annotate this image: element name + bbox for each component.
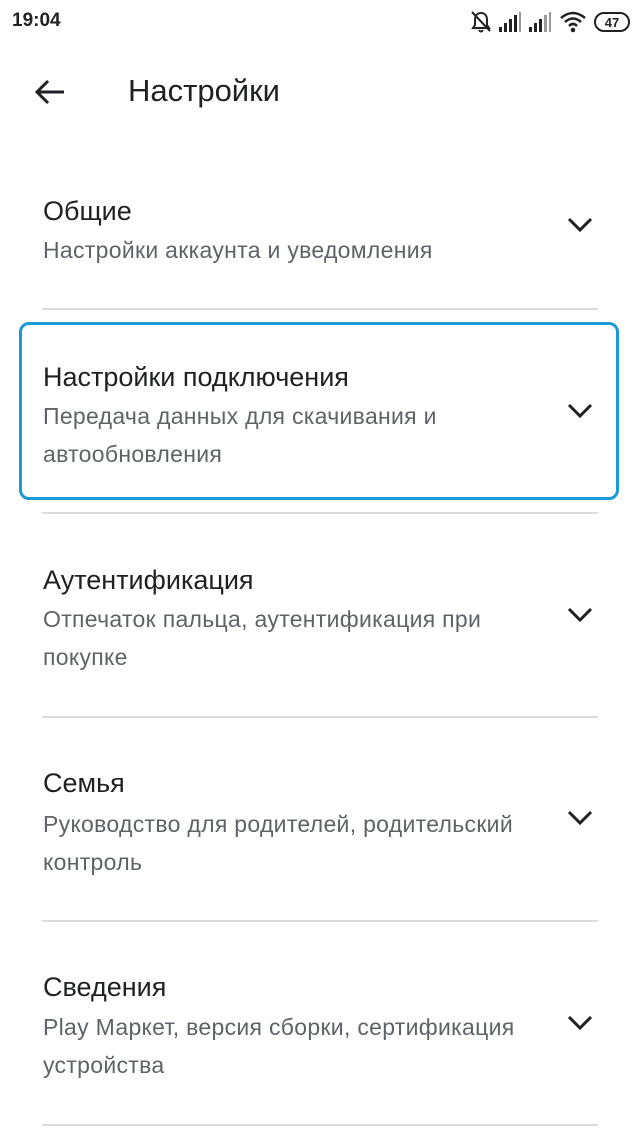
divider — [42, 1124, 598, 1126]
section-authentication[interactable]: Аутентификация Отпечаток пальца, аутенти… — [0, 545, 640, 715]
section-about[interactable]: Сведения Play Маркет, версия сборки, сер… — [0, 955, 640, 1125]
bell-off-icon — [470, 10, 492, 34]
section-family[interactable]: Семья Руководство для родителей, родител… — [0, 750, 640, 920]
signal-icon — [528, 11, 552, 33]
section-title: Аутентификация — [43, 565, 254, 595]
battery-level: 47 — [604, 14, 620, 30]
chevron-down-icon[interactable] — [560, 798, 600, 838]
battery-icon: 47 — [594, 12, 630, 32]
arrow-back-icon — [34, 78, 66, 111]
page-title: Настройки — [128, 73, 281, 108]
section-subtitle: Play Маркет, версия сборки, сертификация… — [43, 1014, 515, 1078]
chevron-down-icon[interactable] — [560, 205, 600, 245]
section-subtitle: Передача данных для скачивания и автообн… — [43, 403, 437, 467]
signal-icon — [498, 11, 522, 33]
section-title: Сведения — [43, 972, 167, 1002]
section-title: Общие — [43, 196, 132, 226]
back-button[interactable] — [22, 66, 78, 122]
chevron-down-icon[interactable] — [560, 391, 600, 431]
status-icons: 47 — [470, 9, 630, 35]
chevron-down-icon[interactable] — [560, 595, 600, 635]
section-title: Настройки подключения — [43, 362, 349, 392]
wifi-icon — [560, 11, 586, 33]
section-title: Семья — [43, 768, 125, 798]
divider — [42, 308, 598, 310]
divider — [42, 920, 598, 922]
app-bar: Настройки — [0, 52, 640, 136]
status-bar: 19:04 47 — [0, 0, 640, 44]
section-subtitle: Настройки аккаунта и уведомления — [43, 237, 433, 263]
chevron-down-icon[interactable] — [560, 1003, 600, 1043]
divider — [42, 512, 598, 514]
status-time: 19:04 — [12, 10, 61, 31]
section-connection[interactable]: Настройки подключения Передача данных дл… — [0, 340, 640, 500]
section-general[interactable]: Общие Настройки аккаунта и уведомления — [0, 170, 640, 310]
divider — [42, 716, 598, 718]
section-subtitle: Отпечаток пальца, аутентификация при пок… — [43, 606, 482, 670]
section-subtitle: Руководство для родителей, родительский … — [43, 811, 513, 875]
